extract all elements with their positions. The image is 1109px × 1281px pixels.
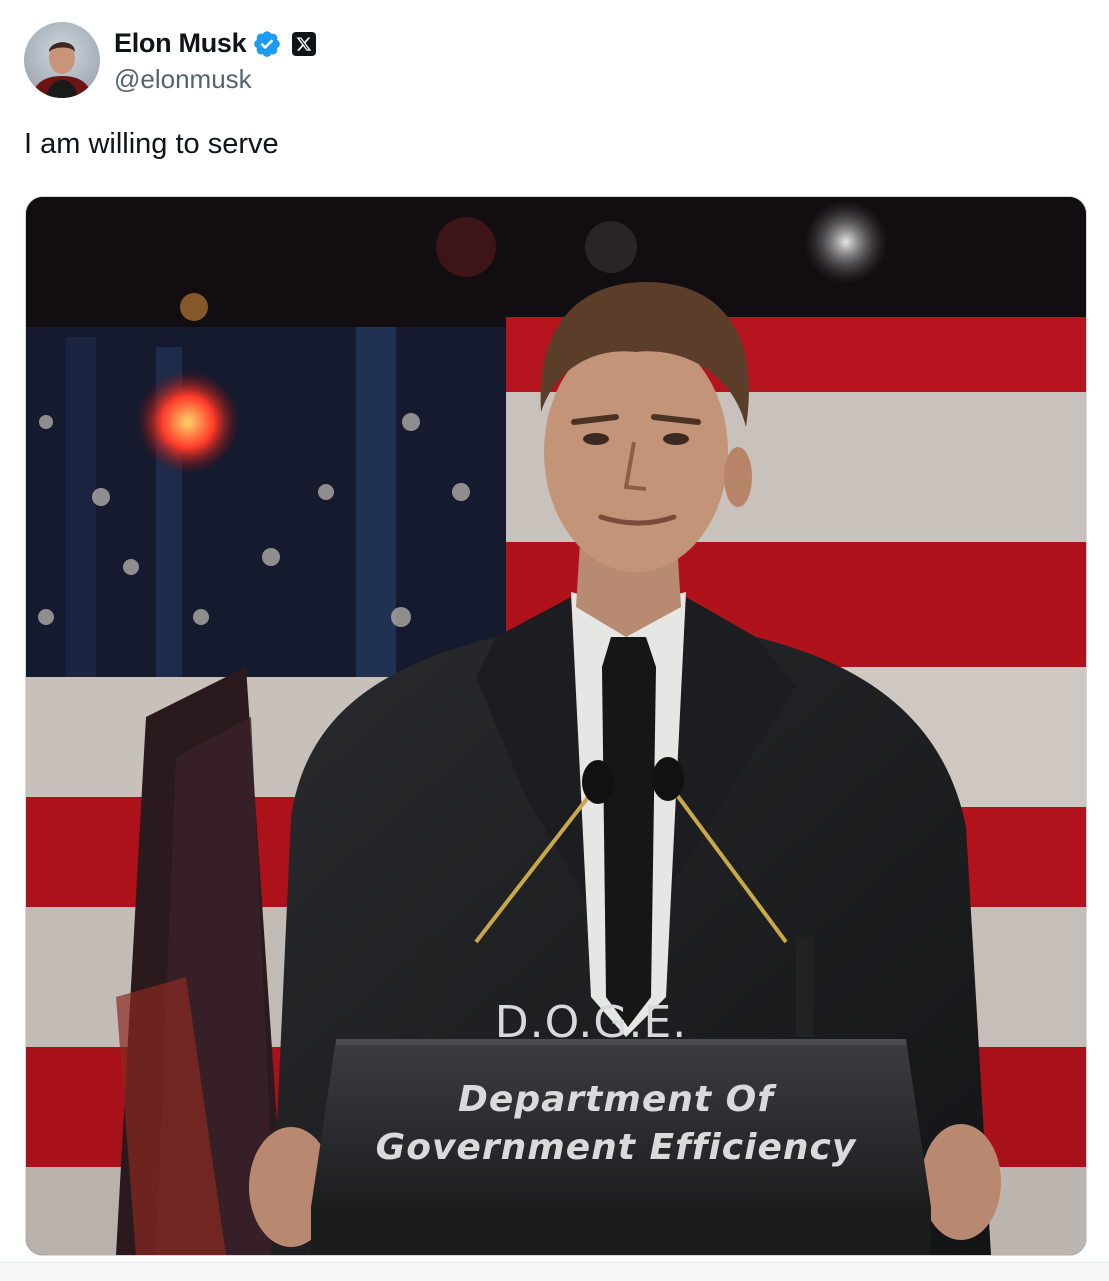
bottom-divider bbox=[0, 1262, 1109, 1281]
tweet-header: Elon Musk @elonmusk bbox=[24, 20, 317, 100]
podium-line-1: Department Of bbox=[458, 1079, 774, 1120]
podium-line-2: Government Efficiency bbox=[375, 1127, 857, 1168]
x-logo-icon bbox=[292, 31, 317, 56]
tweet-text: I am willing to serve bbox=[24, 128, 279, 160]
author-display-name[interactable]: Elon Musk bbox=[114, 28, 247, 59]
tweet-media-image[interactable]: D.O.G.E. Department Of Government Effici… bbox=[25, 196, 1087, 1256]
avatar-portrait bbox=[32, 42, 92, 98]
author-handle[interactable]: @elonmusk bbox=[114, 64, 316, 95]
verified-badge-icon bbox=[254, 30, 281, 57]
podium-title: D.O.G.E. bbox=[494, 997, 688, 1048]
author-avatar[interactable] bbox=[24, 22, 100, 98]
